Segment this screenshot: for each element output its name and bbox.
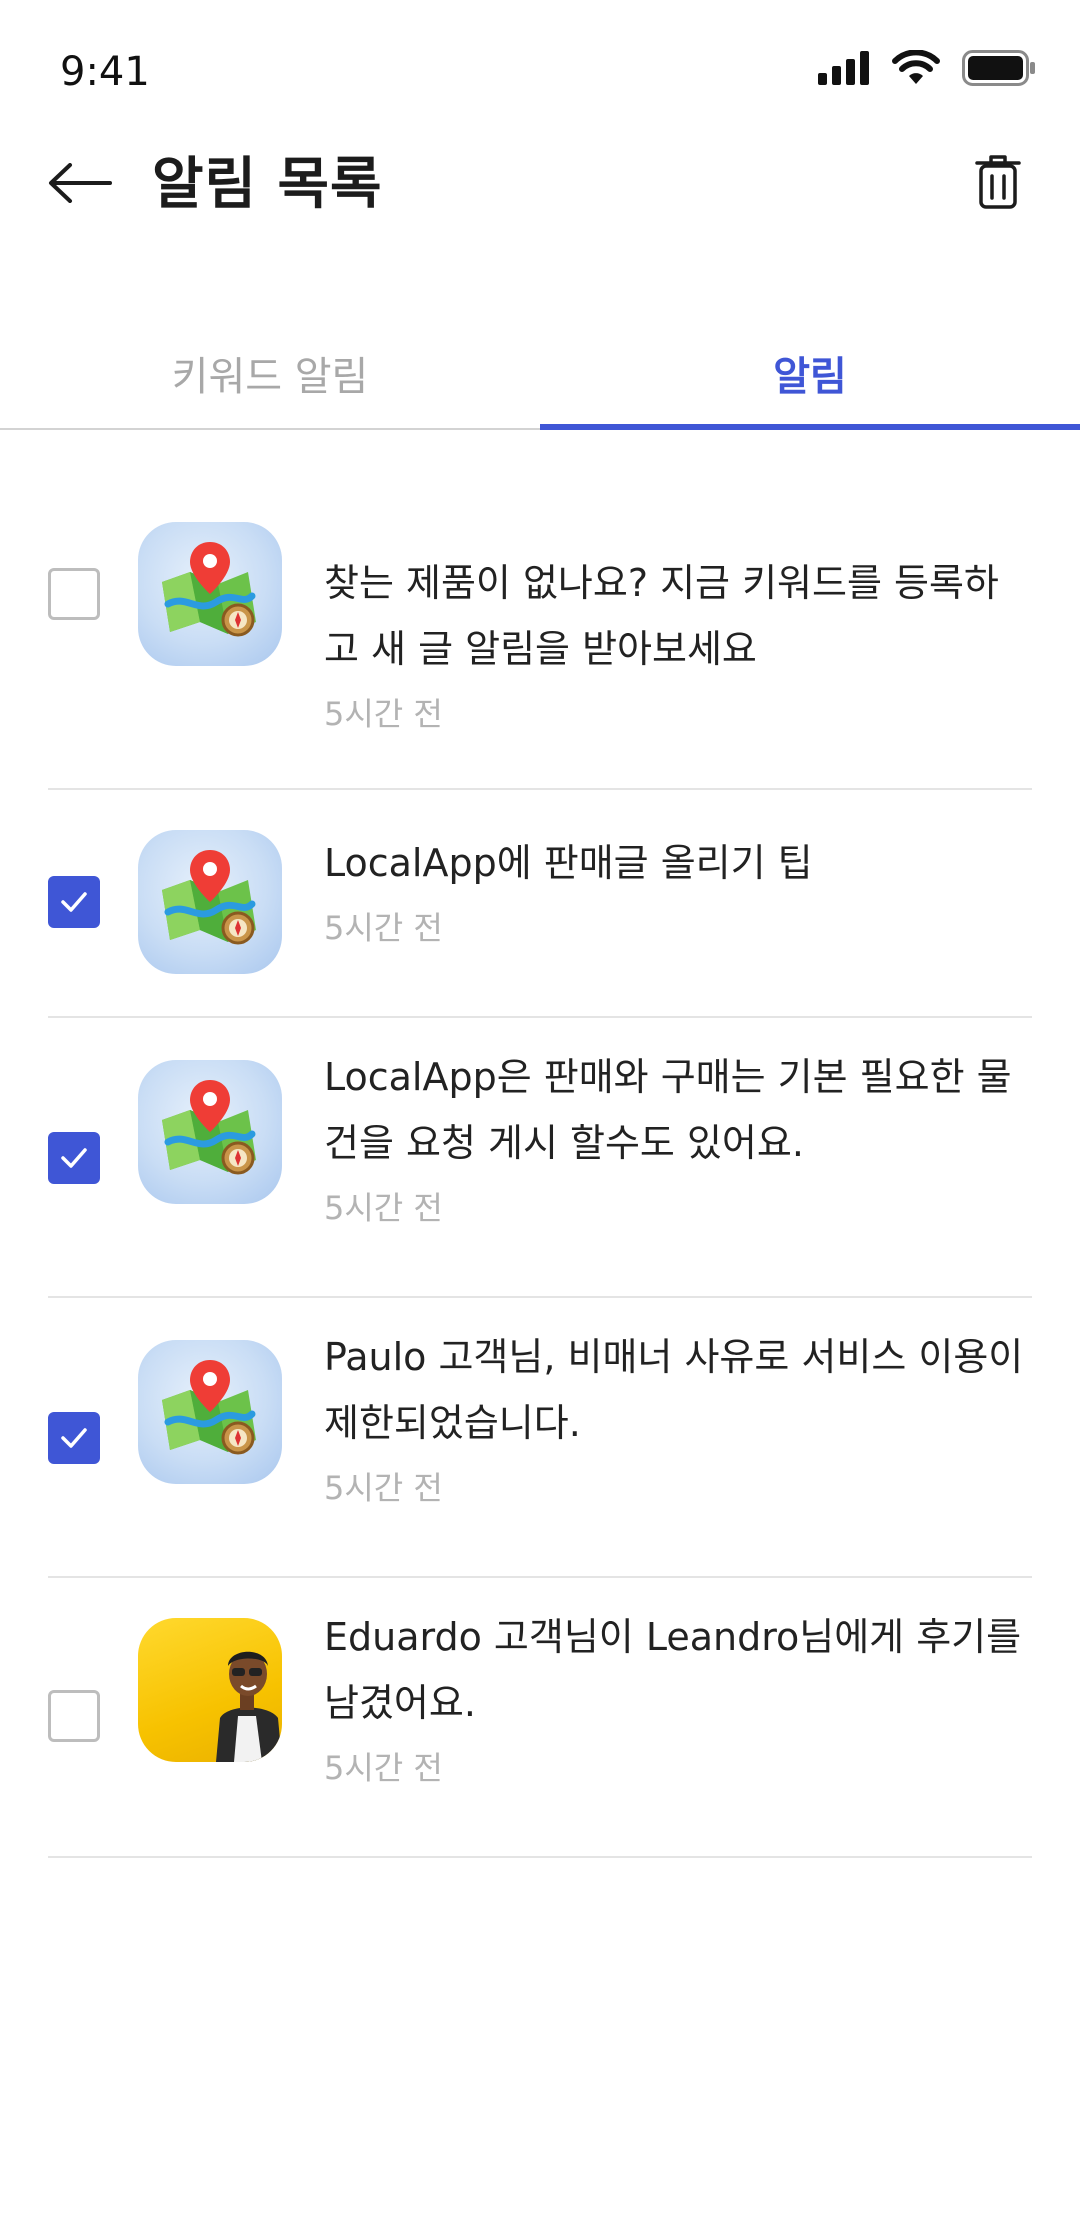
- map-icon: [138, 522, 282, 666]
- notification-item[interactable]: Paulo 고객님, 비매너 사유로 서비스 이용이 제한되었습니다. 5시간 …: [0, 1298, 1080, 1578]
- notification-time: 5시간 전: [324, 695, 443, 733]
- notification-time: 5시간 전: [324, 1189, 443, 1227]
- app-header: 알림 목록: [0, 130, 1080, 240]
- notification-item[interactable]: LocalApp에 판매글 올리기 팁 5시간 전: [0, 790, 1080, 1018]
- notification-item[interactable]: LocalApp은 판매와 구매는 기본 필요한 물건을 요청 게시 할수도 있…: [0, 1018, 1080, 1298]
- signal-icon: [818, 51, 870, 89]
- notification-message: 찾는 제품이 없나요? 지금 키워드를 등록하고 새 글 알림을 받아보세요: [324, 561, 999, 671]
- active-tab-indicator: [540, 424, 1080, 430]
- check-icon: [61, 1148, 87, 1168]
- notification-item[interactable]: 찾는 제품이 없나요? 지금 키워드를 등록하고 새 글 알림을 받아보세요 5…: [0, 470, 1080, 790]
- check-icon: [61, 892, 87, 912]
- map-icon: [138, 830, 282, 974]
- notification-message: Eduardo 고객님이 Leandro님에게 후기를 남겼어요.: [324, 1615, 1022, 1725]
- notification-time: 5시간 전: [324, 1749, 443, 1787]
- status-icons: [818, 49, 1036, 90]
- notification-time: 5시간 전: [324, 1469, 443, 1507]
- notification-content: Eduardo 고객님이 Leandro님에게 후기를 남겼어요. 5시간 전: [324, 1604, 1032, 1790]
- delete-button[interactable]: [962, 148, 1034, 220]
- status-time: 9:41: [60, 49, 150, 95]
- row-divider: [48, 1856, 1032, 1858]
- notification-content: Paulo 고객님, 비매너 사유로 서비스 이용이 제한되었습니다. 5시간 …: [324, 1324, 1032, 1510]
- notification-content: 찾는 제품이 없나요? 지금 키워드를 등록하고 새 글 알림을 받아보세요 5…: [324, 550, 1032, 736]
- notification-message: Paulo 고객님, 비매너 사유로 서비스 이용이 제한되었습니다.: [324, 1335, 1024, 1445]
- check-icon: [61, 1428, 87, 1448]
- back-button[interactable]: [40, 150, 120, 220]
- checkbox-checked[interactable]: [48, 1412, 100, 1464]
- tab-bar: 키워드 알림 알림: [0, 320, 1080, 432]
- notification-message: LocalApp은 판매와 구매는 기본 필요한 물건을 요청 게시 할수도 있…: [324, 1055, 1012, 1165]
- trash-icon: [975, 154, 1021, 214]
- map-icon: [138, 1060, 282, 1204]
- user-photo: [138, 1618, 282, 1762]
- notification-list: 찾는 제품이 없나요? 지금 키워드를 등록하고 새 글 알림을 받아보세요 5…: [0, 470, 1080, 1858]
- tab-alerts[interactable]: 알림: [540, 320, 1080, 426]
- battery-icon: [962, 50, 1036, 90]
- map-icon: [138, 1340, 282, 1484]
- arrow-left-icon: [48, 163, 112, 207]
- notification-content: LocalApp은 판매와 구매는 기본 필요한 물건을 요청 게시 할수도 있…: [324, 1044, 1032, 1230]
- notification-content: LocalApp에 판매글 올리기 팁 5시간 전: [324, 830, 1032, 950]
- checkbox-checked[interactable]: [48, 876, 100, 928]
- checkbox-unchecked[interactable]: [48, 1690, 100, 1742]
- tab-keyword-alerts[interactable]: 키워드 알림: [0, 320, 540, 426]
- wifi-icon: [892, 49, 940, 90]
- status-bar: 9:41: [0, 0, 1080, 110]
- page-title: 알림 목록: [152, 152, 383, 217]
- checkbox-unchecked[interactable]: [48, 568, 100, 620]
- notification-time: 5시간 전: [324, 909, 443, 947]
- notification-message: LocalApp에 판매글 올리기 팁: [324, 841, 813, 885]
- checkbox-checked[interactable]: [48, 1132, 100, 1184]
- notification-item[interactable]: Eduardo 고객님이 Leandro님에게 후기를 남겼어요. 5시간 전: [0, 1578, 1080, 1858]
